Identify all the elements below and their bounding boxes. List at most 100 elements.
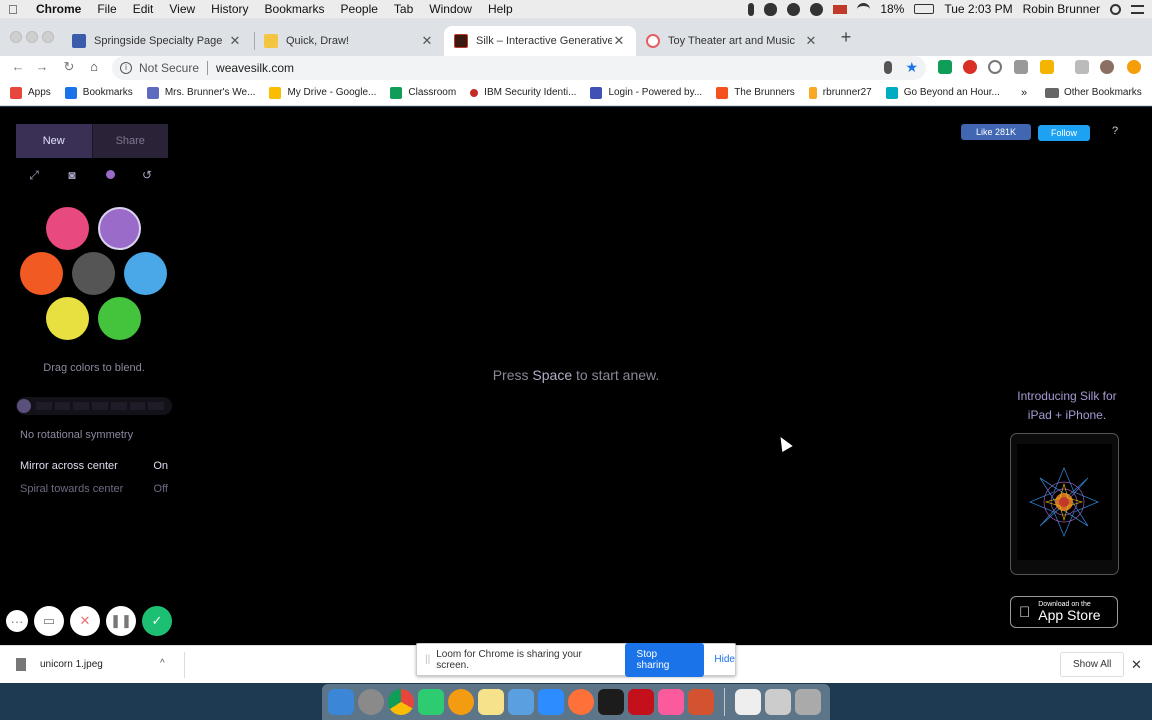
more-options-icon[interactable]: ··· xyxy=(6,610,28,632)
clock[interactable]: Tue 2:03 PM xyxy=(944,2,1012,16)
photos-icon[interactable] xyxy=(448,689,474,715)
menu-view[interactable]: View xyxy=(169,2,195,16)
powerpoint-icon[interactable] xyxy=(688,689,714,715)
voice-search-icon[interactable] xyxy=(884,61,892,74)
home-icon[interactable]: ⌂ xyxy=(86,59,102,74)
finder-icon[interactable] xyxy=(328,689,354,715)
new-button[interactable]: New xyxy=(16,124,92,158)
color-swatch-green[interactable] xyxy=(98,297,141,340)
menu-window[interactable]: Window xyxy=(429,2,472,16)
fullscreen-icon[interactable]: ⤢ xyxy=(27,168,41,182)
url-text[interactable]: weavesilk.com xyxy=(216,61,294,75)
tab-close-icon[interactable]: ✕ xyxy=(228,33,242,49)
bookmark-go-beyond[interactable]: Go Beyond an Hour... xyxy=(885,86,1000,99)
creative-cloud-icon[interactable] xyxy=(787,2,801,16)
user-name[interactable]: Robin Brunner xyxy=(1023,2,1100,16)
firefox-icon[interactable] xyxy=(568,689,594,715)
update-icon[interactable] xyxy=(1127,60,1141,74)
window-minimize-button[interactable] xyxy=(26,31,38,43)
address-bar[interactable]: i Not Secure weavesilk.com ★ xyxy=(112,56,926,80)
slack-icon[interactable] xyxy=(598,689,624,715)
microphone-icon[interactable] xyxy=(748,2,755,16)
symmetry-slider[interactable] xyxy=(16,397,172,415)
tab-quick-draw[interactable]: Quick, Draw! ✕ xyxy=(254,26,444,56)
ipad-image[interactable] xyxy=(1010,433,1119,575)
notification-center-icon[interactable] xyxy=(1131,4,1144,14)
hide-banner-button[interactable]: Hide xyxy=(714,654,735,665)
color-swatch-gray[interactable] xyxy=(72,252,115,295)
tab-silk[interactable]: Silk – Interactive Generative Art ✕ xyxy=(444,26,636,56)
menu-people[interactable]: People xyxy=(341,2,378,16)
undo-icon[interactable]: ↺ xyxy=(140,168,154,182)
tab-close-icon[interactable]: ✕ xyxy=(420,33,434,49)
bookmark-mrs-brunner[interactable]: Mrs. Brunner's We... xyxy=(146,86,255,99)
facebook-like-button[interactable]: Like 281K xyxy=(961,124,1031,140)
bookmark-ibm[interactable]: IBM Security Identi... xyxy=(470,87,576,98)
drive-extension-icon[interactable] xyxy=(938,60,952,74)
reading-list-icon[interactable] xyxy=(1075,60,1089,74)
camera-icon[interactable]: ◙ xyxy=(65,168,79,182)
trash-icon[interactable] xyxy=(795,689,821,715)
adblock-extension-icon[interactable] xyxy=(963,60,977,74)
color-swatch-purple[interactable] xyxy=(98,207,141,250)
flag-icon[interactable] xyxy=(833,4,848,14)
stop-sharing-button[interactable]: Stop sharing xyxy=(624,642,705,677)
menu-bookmarks[interactable]: Bookmarks xyxy=(265,2,325,16)
cloud-icon[interactable] xyxy=(764,2,778,16)
drag-handle-icon[interactable]: || xyxy=(425,654,430,665)
bookmark-classroom[interactable]: Classroom xyxy=(390,86,456,99)
app-store-badge[interactable]:  Download on the App Store xyxy=(1010,596,1118,628)
new-tab-button[interactable]: + xyxy=(838,27,854,47)
tab-toy-theater[interactable]: Toy Theater art and Music ✕ xyxy=(636,26,828,56)
reload-icon[interactable]: ↻ xyxy=(61,59,77,75)
spiral-option[interactable]: Spiral towards center xyxy=(20,483,123,495)
silk-canvas[interactable]: New Share ⤢ ◙ ↺ Drag colors to blend. No… xyxy=(0,107,1152,645)
bookmark-login[interactable]: Login - Powered by... xyxy=(590,86,702,99)
slider-thumb[interactable] xyxy=(17,399,31,413)
menu-chrome[interactable]: Chrome xyxy=(36,2,81,16)
window-zoom-button[interactable] xyxy=(42,31,54,43)
back-icon[interactable]: ← xyxy=(10,59,26,74)
info-icon[interactable]: i xyxy=(120,62,132,74)
chevron-up-icon[interactable]: ^ xyxy=(160,658,165,669)
acrobat-icon[interactable] xyxy=(628,689,654,715)
spiral-value[interactable]: Off xyxy=(154,483,168,495)
apple-menu-icon[interactable]:  xyxy=(8,2,22,17)
mail-icon[interactable] xyxy=(765,689,791,715)
twitter-follow-button[interactable]: Follow xyxy=(1038,125,1090,141)
extension-icon[interactable] xyxy=(1040,60,1054,74)
profile-avatar[interactable] xyxy=(1100,60,1114,74)
menu-tab[interactable]: Tab xyxy=(394,2,413,16)
notes-icon[interactable] xyxy=(478,689,504,715)
close-shelf-icon[interactable]: ✕ xyxy=(1131,657,1142,673)
color-swatch-blue[interactable] xyxy=(124,252,167,295)
bookmark-my-drive[interactable]: My Drive - Google... xyxy=(269,86,376,99)
bookmark-apps[interactable]: Apps xyxy=(10,86,51,99)
bookmark-rbrunner27[interactable]: rbrunner27 xyxy=(808,86,872,99)
cancel-recording-icon[interactable]: ✕ xyxy=(70,606,100,636)
tab-close-icon[interactable]: ✕ xyxy=(612,33,626,49)
finish-recording-icon[interactable]: ✓ xyxy=(142,606,172,636)
extension-icon[interactable] xyxy=(988,60,1002,74)
music-icon[interactable] xyxy=(658,689,684,715)
tab-springside[interactable]: Springside Specialty Page ✕ xyxy=(62,26,252,56)
mirror-value[interactable]: On xyxy=(153,460,168,472)
zoom-icon[interactable] xyxy=(538,689,564,715)
pause-icon[interactable]: ❚❚ xyxy=(106,606,136,636)
tab-close-icon[interactable]: ✕ xyxy=(804,33,818,49)
facetime-icon[interactable] xyxy=(418,689,444,715)
color-swatch-orange[interactable] xyxy=(20,252,63,295)
document-icon[interactable] xyxy=(735,689,761,715)
launchpad-icon[interactable] xyxy=(358,689,384,715)
window-close-button[interactable] xyxy=(10,31,22,43)
extension-icon[interactable] xyxy=(1014,60,1028,74)
color-dot-icon[interactable] xyxy=(103,168,117,182)
spotlight-search-icon[interactable] xyxy=(1110,3,1121,15)
share-button[interactable]: Share xyxy=(91,124,168,158)
menu-history[interactable]: History xyxy=(211,2,248,16)
preview-icon[interactable] xyxy=(508,689,534,715)
menu-help[interactable]: Help xyxy=(488,2,513,16)
menu-file[interactable]: File xyxy=(97,2,116,16)
download-item[interactable]: unicorn 1.jpeg xyxy=(16,658,103,671)
chrome-icon[interactable] xyxy=(388,689,414,715)
